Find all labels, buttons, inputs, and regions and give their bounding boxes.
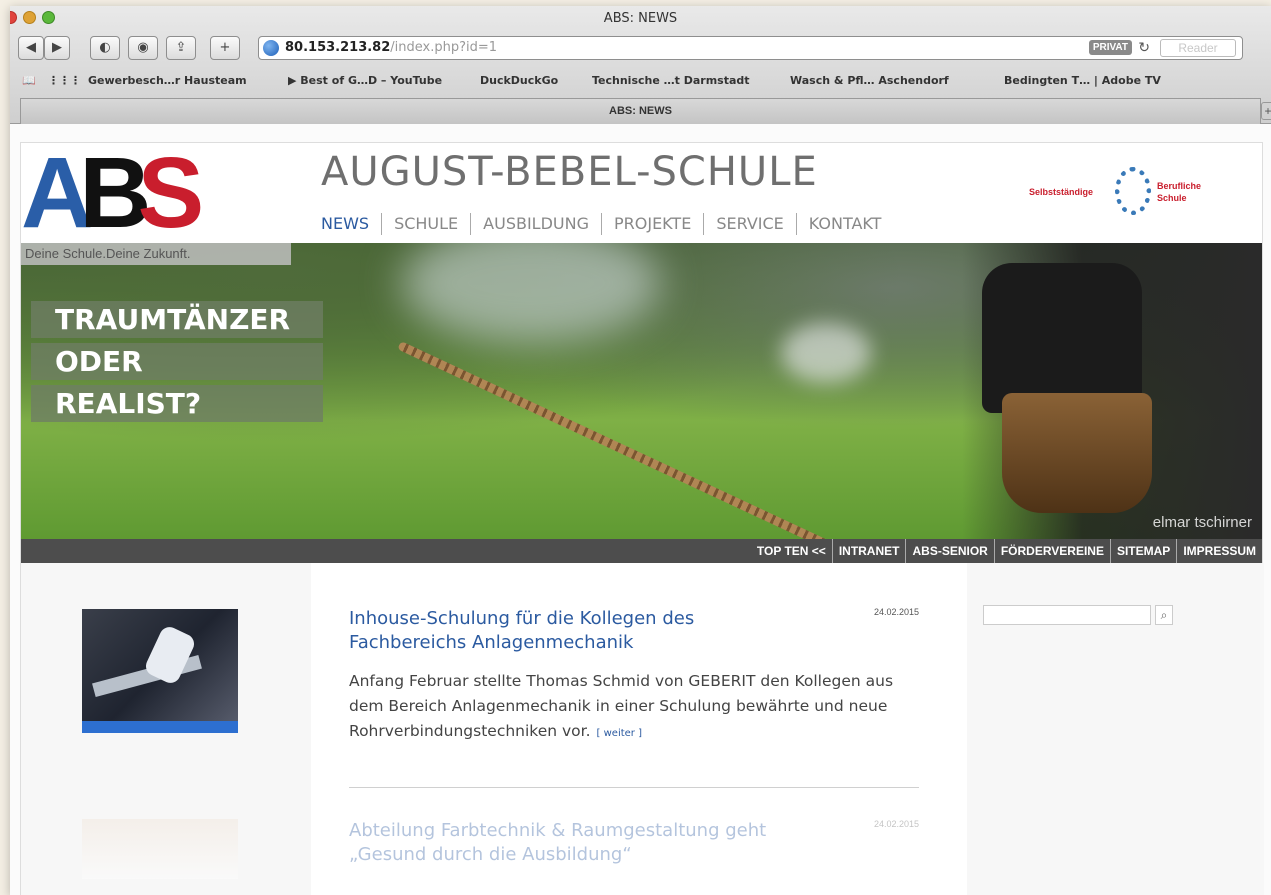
- subnav-intranet[interactable]: INTRANET: [831, 539, 906, 563]
- school-name: AUGUST-BEBEL-SCHULE: [321, 149, 818, 195]
- bookmark-item[interactable]: Gewerbesch…r Hausteam: [88, 74, 247, 87]
- news-content: Inhouse-Schulung für die Kollegen des Fa…: [21, 563, 1264, 895]
- browser-toolbar: ◀ ▶ ◐ ◉ ⇪ + 80.153.213.82/index.php?id=1…: [10, 36, 1271, 62]
- history-icon[interactable]: ◐: [90, 36, 120, 60]
- url-path: /index.php?id=1: [390, 40, 498, 55]
- sbs-label-left: Selbstständige: [1029, 187, 1094, 197]
- slogan: Deine Schule.Deine Zukunft.: [21, 243, 291, 265]
- bookmark-item[interactable]: DuckDuckGo: [480, 74, 558, 87]
- globe-icon: [263, 40, 279, 56]
- secondary-nav: TOP TEN << INTRANET ABS-SENIOR FÖRDERVEREIN…: [21, 539, 1262, 563]
- main-nav: NEWS SCHULE AUSBILDUNG PROJEKTE SERVICE KONTA…: [321, 213, 893, 237]
- address-bar[interactable]: 80.153.213.82/index.php?id=1 PRIVAT ↻ Re…: [258, 36, 1243, 60]
- article-date: 24.02.2015: [873, 819, 919, 829]
- sbs-label-right2: Schule: [1157, 193, 1187, 203]
- logo-letter-b: B: [79, 145, 151, 241]
- site-container: ABS AUGUST-BEBEL-SCHULE NEWS SCHULE AUSBIL…: [20, 142, 1264, 895]
- nav-news[interactable]: NEWS: [321, 213, 381, 235]
- top-sites-icon[interactable]: ◉: [128, 36, 158, 60]
- article-title[interactable]: Abteilung Farbtechnik & Raumgestaltung g…: [349, 819, 769, 867]
- nav-ausbildung[interactable]: AUSBILDUNG: [470, 213, 601, 235]
- reading-list-icon[interactable]: 📖: [22, 74, 36, 87]
- subnav-top-ten[interactable]: TOP TEN <<: [751, 539, 832, 563]
- subnav-abs-senior[interactable]: ABS-SENIOR: [905, 539, 993, 563]
- logo-letter-a: A: [21, 145, 93, 241]
- forward-button[interactable]: ▶: [44, 36, 70, 60]
- hero-sky-blur: [401, 243, 661, 343]
- thumbnail-column: [21, 563, 311, 895]
- news-article: Inhouse-Schulung für die Kollegen des Fa…: [349, 607, 919, 746]
- back-button[interactable]: ◀: [18, 36, 44, 60]
- window-title: ABS: NEWS: [603, 11, 678, 26]
- photo-credit: elmar tschirner: [1152, 514, 1252, 531]
- abs-logo[interactable]: ABS: [21, 145, 287, 241]
- hero-word: REALIST?: [31, 385, 323, 422]
- article-teaser: Anfang Februar stellte Thomas Schmid von…: [349, 669, 919, 746]
- all-bookmarks-icon[interactable]: ⋮⋮⋮: [48, 74, 81, 87]
- site-header: ABS AUGUST-BEBEL-SCHULE NEWS SCHULE AUSBIL…: [21, 143, 1262, 243]
- nav-schule[interactable]: SCHULE: [381, 213, 470, 235]
- new-tab-button[interactable]: +: [1261, 102, 1271, 120]
- article-thumbnail[interactable]: [82, 609, 238, 733]
- reload-icon[interactable]: ↻: [1138, 39, 1150, 56]
- nav-kontakt[interactable]: KONTAKT: [795, 213, 894, 235]
- nav-projekte[interactable]: PROJEKTE: [600, 213, 703, 235]
- search-icon[interactable]: ⌕: [1155, 605, 1173, 625]
- boot-sole-image: [1002, 393, 1152, 513]
- news-article: Abteilung Farbtechnik & Raumgestaltung g…: [349, 819, 919, 867]
- hero-image: TRAUMTÄNZER ODER REALIST? elmar tschirne…: [21, 243, 1262, 539]
- article-divider: [349, 787, 919, 788]
- url-host: 80.153.213.82: [285, 40, 391, 55]
- tab-strip: ABS: NEWS +: [10, 98, 1271, 124]
- hero-word: TRAUMTÄNZER: [31, 301, 323, 338]
- url-text: 80.153.213.82/index.php?id=1: [285, 40, 497, 55]
- browser-window: ABS: NEWS ◀ ▶ ◐ ◉ ⇪ + 80.153.213.82/inde…: [10, 6, 1271, 895]
- share-icon[interactable]: ⇪: [166, 36, 196, 60]
- bookmarks-bar: 📖 ⋮⋮⋮ Gewerbesch…r Hausteam ▶ Best of G……: [10, 74, 1271, 92]
- bookmark-item[interactable]: Technische …t Darmstadt: [592, 74, 750, 87]
- hero-headline: TRAUMTÄNZER ODER REALIST?: [31, 301, 323, 427]
- sbs-label-right: Berufliche: [1157, 181, 1202, 191]
- subnav-impressum[interactable]: IMPRESSUM: [1176, 539, 1262, 563]
- search-input[interactable]: [983, 605, 1151, 625]
- nav-service[interactable]: SERVICE: [703, 213, 795, 235]
- sidebar: ⌕: [967, 563, 1264, 895]
- private-badge: PRIVAT: [1088, 40, 1132, 55]
- boot-top-image: [982, 263, 1142, 413]
- article-thumbnail[interactable]: [82, 819, 238, 879]
- browser-chrome: ABS: NEWS ◀ ▶ ◐ ◉ ⇪ + 80.153.213.82/inde…: [10, 6, 1271, 124]
- logo-letter-s: S: [137, 145, 204, 241]
- hero-light-blur: [781, 323, 871, 383]
- bookmark-item[interactable]: Bedingten T… | Adobe TV: [1004, 74, 1161, 87]
- add-bookmark-button[interactable]: +: [210, 36, 240, 60]
- reader-button[interactable]: Reader: [1160, 39, 1236, 57]
- tab-abs-news[interactable]: ABS: NEWS: [20, 98, 1261, 124]
- bookmark-item[interactable]: ▶ Best of G…D – YouTube: [288, 74, 442, 87]
- read-more-link[interactable]: [ weiter ]: [597, 728, 642, 739]
- article-title[interactable]: Inhouse-Schulung für die Kollegen des Fa…: [349, 607, 769, 655]
- title-bar: ABS: NEWS: [10, 6, 1271, 30]
- bookmark-item[interactable]: Wasch & Pfl… Aschendorf: [790, 74, 949, 87]
- thumb-blue-base: [82, 721, 238, 733]
- gear-icon: [1115, 167, 1151, 215]
- hero-word: ODER: [31, 343, 323, 380]
- article-date: 24.02.2015: [873, 607, 919, 617]
- sbs-logo[interactable]: Selbstständige Berufliche Schule: [1029, 161, 1219, 221]
- web-page: ABS AUGUST-BEBEL-SCHULE NEWS SCHULE AUSBIL…: [10, 124, 1271, 895]
- subnav-foerdervereine[interactable]: FÖRDERVEREINE: [993, 539, 1110, 563]
- subnav-sitemap[interactable]: SITEMAP: [1109, 539, 1176, 563]
